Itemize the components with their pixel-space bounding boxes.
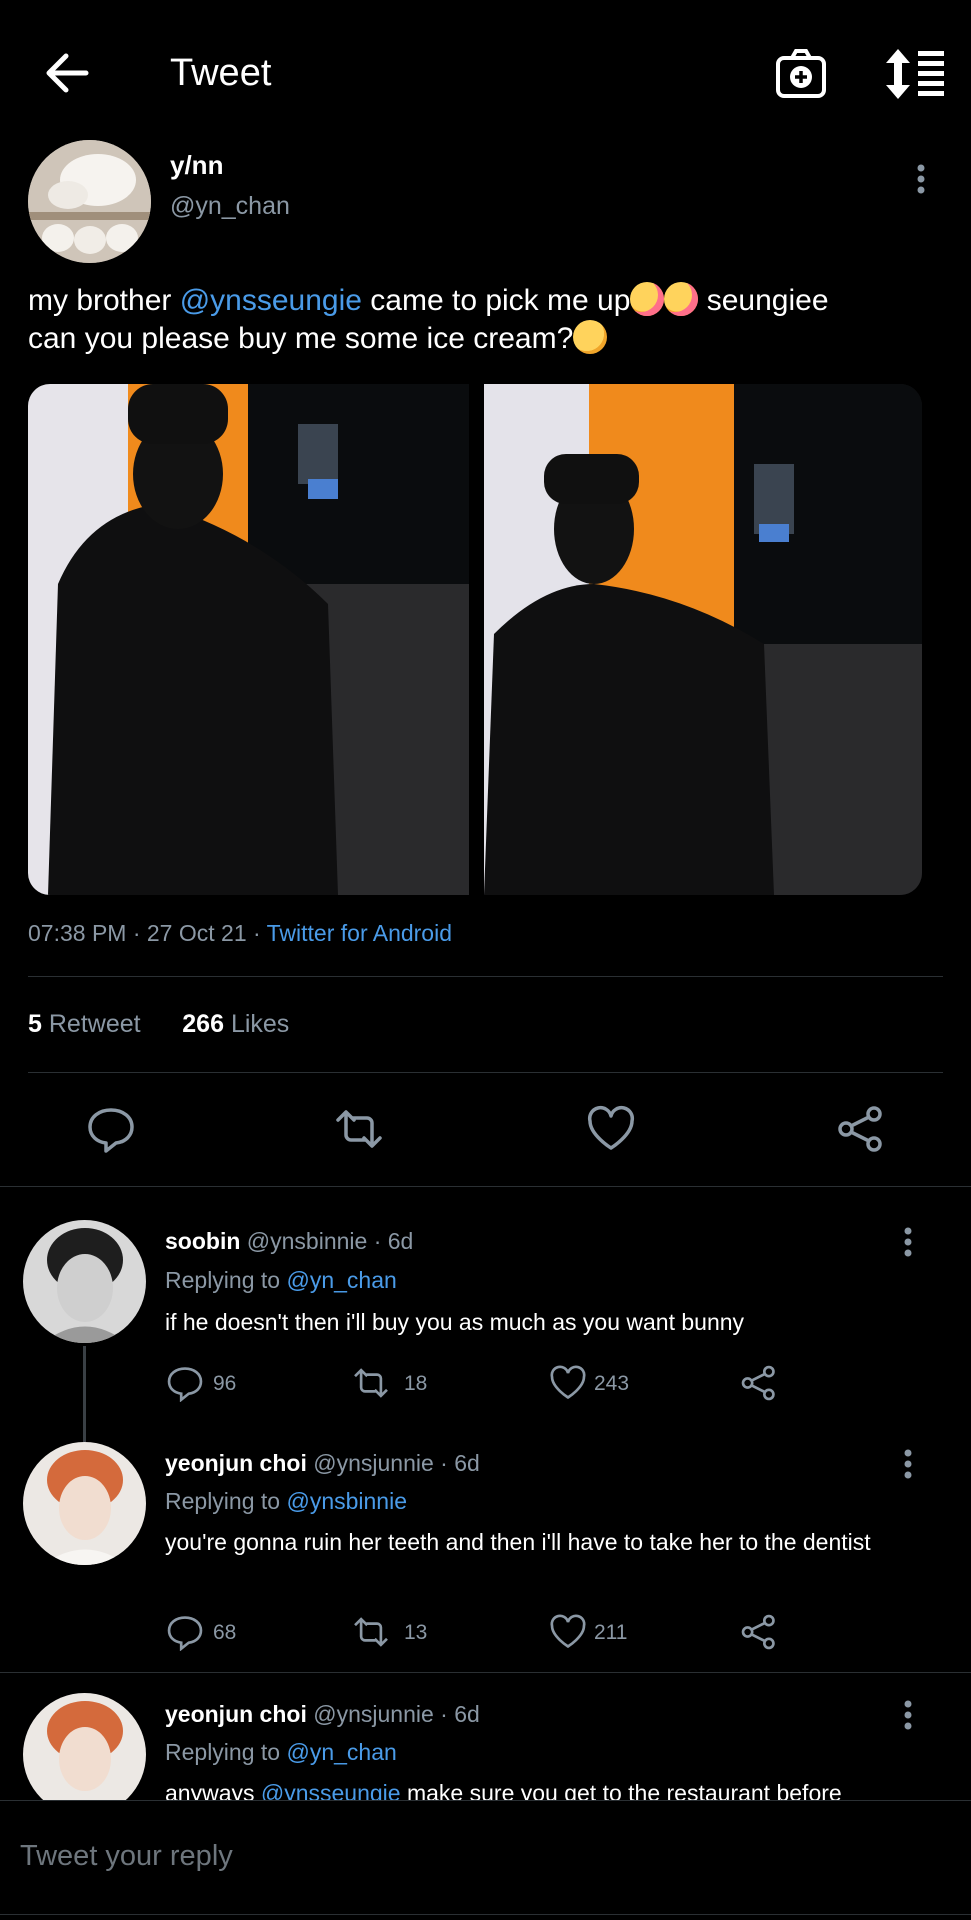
divider bbox=[0, 1914, 971, 1915]
divider bbox=[0, 1186, 971, 1187]
tweet-photo[interactable] bbox=[484, 384, 922, 895]
more-options-icon[interactable] bbox=[893, 1445, 923, 1485]
reply-icon[interactable] bbox=[86, 1104, 136, 1154]
retweet-count: 18 bbox=[404, 1372, 428, 1395]
page-title: Tweet bbox=[170, 52, 272, 94]
more-options-icon[interactable] bbox=[893, 1696, 923, 1736]
smiling-hearts-emoji-icon bbox=[664, 282, 699, 316]
reply-header: yeonjun choi @ynsjunnie · 6d bbox=[165, 1701, 480, 1727]
reply-author-name[interactable]: yeonjun choi bbox=[165, 1701, 307, 1727]
replying-to: Replying to @ynsbinnie bbox=[165, 1488, 407, 1514]
camera-plus-icon[interactable] bbox=[774, 47, 828, 101]
reply-avatar[interactable] bbox=[23, 1442, 146, 1565]
smiling-hearts-emoji-icon bbox=[630, 282, 665, 316]
tweet-text: my brother @ynsseungie came to pick me u… bbox=[28, 282, 829, 355]
reply-count: 96 bbox=[213, 1372, 237, 1395]
mention-link[interactable]: @ynsseungie bbox=[180, 284, 362, 317]
thread-line bbox=[83, 1346, 86, 1442]
replying-to: Replying to @yn_chan bbox=[165, 1739, 397, 1765]
replying-to: Replying to @yn_chan bbox=[165, 1267, 397, 1293]
like-icon[interactable] bbox=[586, 1104, 636, 1154]
retweet-count: 13 bbox=[404, 1621, 428, 1644]
like-icon[interactable] bbox=[549, 1364, 587, 1402]
likes-stat[interactable]: 266 Likes bbox=[182, 1010, 289, 1038]
pleading-face-emoji-icon bbox=[573, 320, 608, 354]
reply-text: if he doesn't then i'll buy you as much … bbox=[165, 1309, 745, 1335]
reply-input[interactable]: Tweet your reply bbox=[20, 1840, 233, 1873]
reply-text: you're gonna ruin her teeth and then i'l… bbox=[165, 1529, 871, 1555]
tweet-photo[interactable] bbox=[28, 384, 469, 895]
share-icon[interactable] bbox=[740, 1613, 778, 1651]
retweet-icon[interactable] bbox=[352, 1613, 390, 1651]
replying-to-link[interactable]: @yn_chan bbox=[286, 1267, 396, 1293]
reply-avatar[interactable] bbox=[23, 1220, 146, 1343]
more-options-icon[interactable] bbox=[893, 1223, 923, 1263]
author-handle[interactable]: @yn_chan bbox=[170, 192, 290, 221]
retweet-icon[interactable] bbox=[334, 1104, 384, 1154]
reply-count: 68 bbox=[213, 1621, 237, 1644]
share-icon[interactable] bbox=[740, 1364, 778, 1402]
reply-icon[interactable] bbox=[166, 1364, 204, 1402]
sort-icon[interactable] bbox=[884, 47, 946, 101]
replying-to-link[interactable]: @yn_chan bbox=[286, 1739, 396, 1765]
tweet-stats: 5 Retweet 266 Likes bbox=[28, 1010, 289, 1039]
divider bbox=[0, 1800, 971, 1801]
author-avatar[interactable] bbox=[28, 140, 151, 263]
reply-avatar[interactable] bbox=[23, 1693, 146, 1816]
share-icon[interactable] bbox=[836, 1104, 886, 1154]
like-count: 211 bbox=[594, 1621, 628, 1644]
divider bbox=[0, 1672, 971, 1673]
divider bbox=[28, 1072, 943, 1073]
retweets-stat[interactable]: 5 Retweet bbox=[28, 1010, 141, 1038]
like-icon[interactable] bbox=[549, 1613, 587, 1651]
divider bbox=[28, 976, 943, 977]
reply-author-name[interactable]: soobin bbox=[165, 1228, 240, 1254]
author-name[interactable]: y/nn bbox=[170, 150, 223, 181]
back-arrow-icon[interactable] bbox=[42, 48, 92, 98]
tweet-source-link[interactable]: Twitter for Android bbox=[267, 920, 452, 946]
retweet-icon[interactable] bbox=[352, 1364, 390, 1402]
reply-header: soobin @ynsbinnie · 6d bbox=[165, 1228, 414, 1254]
replying-to-link[interactable]: @ynsbinnie bbox=[286, 1488, 407, 1514]
reply-author-name[interactable]: yeonjun choi bbox=[165, 1450, 307, 1476]
tweet-timestamp: 07:38 PM · 27 Oct 21 · Twitter for Andro… bbox=[28, 920, 452, 946]
more-options-icon[interactable] bbox=[906, 160, 936, 200]
reply-header: yeonjun choi @ynsjunnie · 6d bbox=[165, 1450, 480, 1476]
like-count: 243 bbox=[594, 1372, 630, 1395]
reply-icon[interactable] bbox=[166, 1613, 204, 1651]
